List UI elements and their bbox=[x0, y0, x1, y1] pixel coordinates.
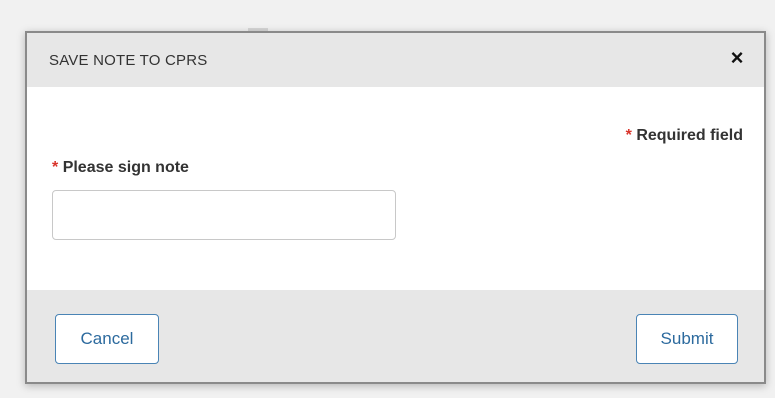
close-icon[interactable]: × bbox=[726, 47, 748, 69]
required-field-text: Required field bbox=[636, 127, 743, 144]
dialog-header: SAVE NOTE TO CPRS × bbox=[27, 33, 764, 87]
required-asterisk: * bbox=[52, 159, 59, 176]
cancel-button[interactable]: Cancel bbox=[55, 314, 159, 364]
sign-note-label: * Please sign note bbox=[52, 159, 189, 177]
required-asterisk: * bbox=[625, 127, 632, 144]
required-field-note: * Required field bbox=[626, 127, 743, 145]
submit-button[interactable]: Submit bbox=[636, 314, 738, 364]
save-note-dialog: SAVE NOTE TO CPRS × * Required field * P… bbox=[25, 31, 766, 384]
dialog-title: SAVE NOTE TO CPRS bbox=[49, 52, 208, 69]
sign-note-input[interactable] bbox=[52, 190, 396, 240]
dialog-footer: Cancel Submit bbox=[27, 290, 764, 382]
sign-note-label-text: Please sign note bbox=[62, 159, 189, 176]
dialog-body: * Required field * Please sign note bbox=[27, 87, 764, 290]
